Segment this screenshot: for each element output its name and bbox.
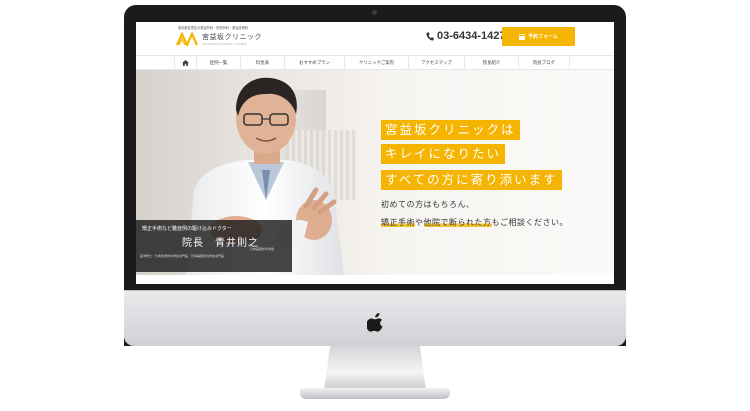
logo-english: MIYAMASUZAKA CLINIC — [203, 42, 248, 46]
logo-mark-icon[interactable] — [176, 32, 198, 46]
global-nav: 症例一覧 料金表 おすすめプラン クリニックご案内 アクセスマップ 院長紹介 院… — [136, 55, 614, 70]
doctor-caption: 矯正手術など難症例の駆け込みドクター 院長 青井則之 日本美容外科学会 医学博士… — [136, 220, 292, 272]
hero-headline-line-3: すべての方に寄り添います — [381, 170, 562, 190]
hero-headline-line-1: 宮益坂クリニックは — [381, 120, 520, 140]
doctor-caption-subtitle: 矯正手術など難症例の駆け込みドクター — [142, 226, 232, 232]
apple-logo-icon — [367, 312, 383, 332]
nav-item-access[interactable]: アクセスマップ — [408, 56, 464, 70]
calendar-icon — [519, 33, 526, 40]
content-below-hero — [136, 275, 614, 284]
nav-item-clinic-guide[interactable]: クリニックご案内 — [344, 56, 408, 70]
subtext-ending: もご相談ください。 — [491, 218, 568, 227]
camera-icon — [372, 10, 377, 15]
site-tagline: 東京都目黒区の美容外科・形成外科・美容皮膚科 — [178, 26, 249, 30]
nav-item-cases[interactable]: 症例一覧 — [196, 56, 240, 70]
hero-subtext-line-2: 矯正手術や他院で断られた方もご相談ください。 — [381, 217, 568, 228]
nav-item-blog[interactable]: 院長ブログ — [518, 56, 570, 70]
imac-mockup: 東京都目黒区の美容外科・形成外科・美容皮膚科 宮益坂クリニック MIYAMASU… — [0, 0, 750, 411]
doctor-certifications: 医学博士／日本形成外科学会専門医／日本美容外科学会専門医 — [140, 254, 225, 258]
nav-item-plans[interactable]: おすすめプラン — [284, 56, 344, 70]
hero-subtext-line-1: 初めての方はもちろん、 — [381, 200, 475, 209]
website-screen: 東京都目黒区の美容外科・形成外科・美容皮膚科 宮益坂クリニック MIYAMASU… — [136, 22, 614, 284]
nav-item-director[interactable]: 院長紹介 — [464, 56, 518, 70]
subtext-connector: や — [415, 218, 424, 227]
hero-section: 矯正手術など難症例の駆け込みドクター 院長 青井則之 日本美容外科学会 医学博士… — [136, 70, 614, 275]
nav-item-prices[interactable]: 料金表 — [240, 56, 284, 70]
phone-icon — [426, 32, 434, 41]
reservation-form-label: 予約フォーム — [528, 34, 558, 40]
global-nav-items: 症例一覧 料金表 おすすめプラン クリニックご案内 アクセスマップ 院長紹介 院… — [174, 56, 570, 70]
phone-number[interactable]: 03-6434-1427 — [426, 30, 506, 42]
monitor-stand-base — [300, 388, 450, 399]
hero-headline-line-2: キレイになりたい — [381, 144, 506, 164]
site-header: 東京都目黒区の美容外科・形成外科・美容皮膚科 宮益坂クリニック MIYAMASU… — [136, 22, 614, 52]
logo-name[interactable]: 宮益坂クリニック — [202, 32, 262, 42]
reservation-form-button[interactable]: 予約フォーム — [502, 27, 575, 46]
nav-item-home[interactable] — [174, 56, 196, 70]
highlight-correction-surgery: 矯正手術 — [381, 218, 415, 227]
highlight-refused-elsewhere: 他院で断られた方 — [423, 218, 492, 227]
monitor-stand-neck — [324, 346, 426, 390]
phone-text: 03-6434-1427 — [437, 30, 506, 42]
home-icon — [182, 60, 189, 66]
doctor-name: 院長 青井則之 — [182, 238, 259, 249]
doctor-association: 日本美容外科学会 — [250, 247, 275, 251]
